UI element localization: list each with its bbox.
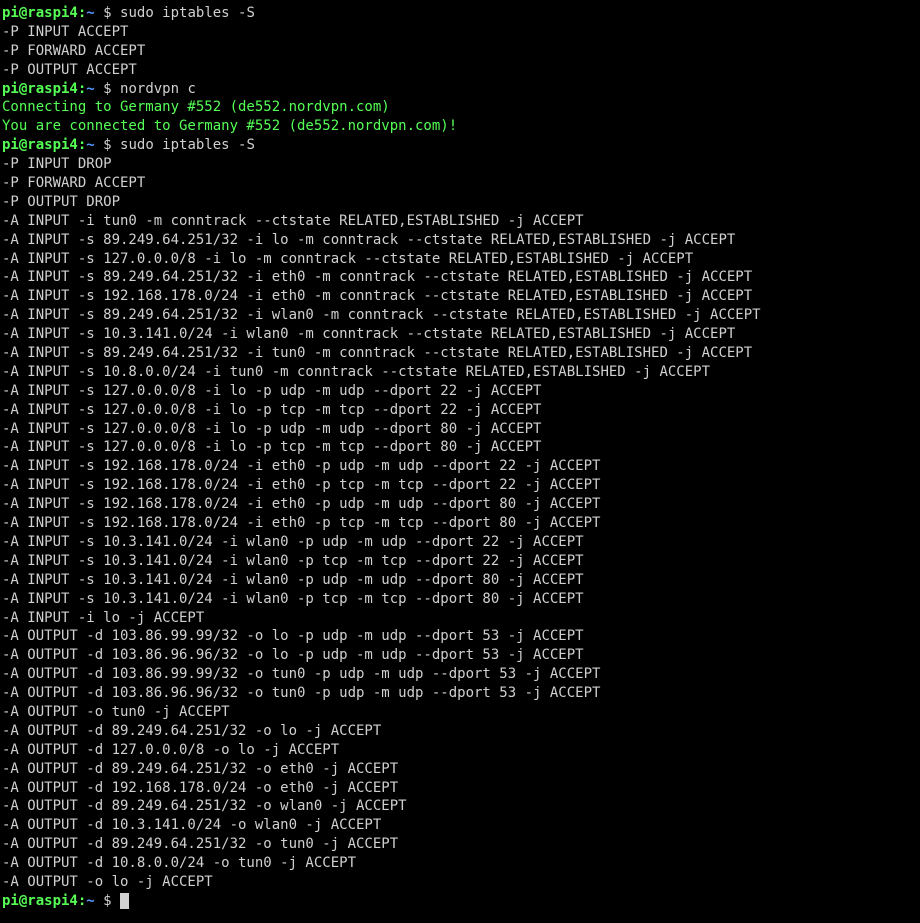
output-line: -A OUTPUT -d 10.8.0.0/24 -o tun0 -j ACCE… bbox=[2, 854, 918, 873]
output-line: -A INPUT -s 192.168.178.0/24 -i eth0 -p … bbox=[2, 514, 918, 533]
cursor bbox=[120, 893, 129, 909]
output-line: -A INPUT -s 10.3.141.0/24 -i wlan0 -p tc… bbox=[2, 590, 918, 609]
prompt-line[interactable]: pi@raspi4:~ $ sudo iptables -S bbox=[2, 136, 918, 155]
output-line: -A OUTPUT -d 103.86.99.99/32 -o tun0 -p … bbox=[2, 665, 918, 684]
prompt-line[interactable]: pi@raspi4:~ $ sudo iptables -S bbox=[2, 4, 918, 23]
output-line: -A INPUT -s 192.168.178.0/24 -i eth0 -p … bbox=[2, 476, 918, 495]
prompt-user: pi@raspi4 bbox=[2, 137, 78, 153]
output-line: -A INPUT -s 127.0.0.0/8 -i lo -p tcp -m … bbox=[2, 438, 918, 457]
output-line: -A INPUT -s 127.0.0.0/8 -i lo -p udp -m … bbox=[2, 420, 918, 439]
output-line: -A OUTPUT -d 127.0.0.0/8 -o lo -j ACCEPT bbox=[2, 741, 918, 760]
output-line: -A INPUT -s 192.168.178.0/24 -i eth0 -m … bbox=[2, 287, 918, 306]
prompt-line[interactable]: pi@raspi4:~ $ bbox=[2, 892, 918, 911]
output-line: -A INPUT -s 10.3.141.0/24 -i wlan0 -m co… bbox=[2, 325, 918, 344]
prompt-user: pi@raspi4 bbox=[2, 893, 78, 909]
prompt-path: ~ bbox=[86, 5, 94, 21]
output-line: -A INPUT -i lo -j ACCEPT bbox=[2, 609, 918, 628]
prompt-dollar: $ bbox=[95, 81, 120, 97]
prompt-path: ~ bbox=[86, 893, 94, 909]
output-line: -A INPUT -s 127.0.0.0/8 -i lo -p tcp -m … bbox=[2, 401, 918, 420]
output-line: -P INPUT DROP bbox=[2, 155, 918, 174]
output-line: -A INPUT -s 127.0.0.0/8 -i lo -p udp -m … bbox=[2, 382, 918, 401]
command-text: nordvpn c bbox=[120, 81, 196, 97]
output-line: -A OUTPUT -d 103.86.96.96/32 -o lo -p ud… bbox=[2, 646, 918, 665]
prompt-path: ~ bbox=[86, 137, 94, 153]
output-line: -P OUTPUT DROP bbox=[2, 193, 918, 212]
output-line: -A OUTPUT -d 89.249.64.251/32 -o lo -j A… bbox=[2, 722, 918, 741]
output-line: -A INPUT -s 89.249.64.251/32 -i tun0 -m … bbox=[2, 344, 918, 363]
prompt-dollar: $ bbox=[95, 137, 120, 153]
status-line: You are connected to Germany #552 (de552… bbox=[2, 117, 918, 136]
prompt-line[interactable]: pi@raspi4:~ $ nordvpn c bbox=[2, 80, 918, 99]
output-line: -P FORWARD ACCEPT bbox=[2, 42, 918, 61]
output-line: -A INPUT -s 89.249.64.251/32 -i wlan0 -m… bbox=[2, 306, 918, 325]
command-text: sudo iptables -S bbox=[120, 137, 255, 153]
output-line: -A INPUT -s 192.168.178.0/24 -i eth0 -p … bbox=[2, 457, 918, 476]
output-line: -A OUTPUT -d 103.86.99.99/32 -o lo -p ud… bbox=[2, 627, 918, 646]
prompt-user: pi@raspi4 bbox=[2, 5, 78, 21]
output-line: -A INPUT -s 10.3.141.0/24 -i wlan0 -p ud… bbox=[2, 571, 918, 590]
output-line: -A INPUT -s 89.249.64.251/32 -i eth0 -m … bbox=[2, 268, 918, 287]
output-line: -A OUTPUT -d 89.249.64.251/32 -o eth0 -j… bbox=[2, 760, 918, 779]
output-line: -A OUTPUT -d 89.249.64.251/32 -o wlan0 -… bbox=[2, 797, 918, 816]
output-line: -A INPUT -s 192.168.178.0/24 -i eth0 -p … bbox=[2, 495, 918, 514]
prompt-user: pi@raspi4 bbox=[2, 81, 78, 97]
output-line: -A INPUT -s 10.3.141.0/24 -i wlan0 -p tc… bbox=[2, 552, 918, 571]
status-line: Connecting to Germany #552 (de552.nordvp… bbox=[2, 98, 918, 117]
output-line: -A INPUT -s 10.3.141.0/24 -i wlan0 -p ud… bbox=[2, 533, 918, 552]
command-text: sudo iptables -S bbox=[120, 5, 255, 21]
output-line: -A INPUT -s 10.8.0.0/24 -i tun0 -m connt… bbox=[2, 363, 918, 382]
output-line: -A OUTPUT -o lo -j ACCEPT bbox=[2, 873, 918, 892]
prompt-path: ~ bbox=[86, 81, 94, 97]
output-line: -P FORWARD ACCEPT bbox=[2, 174, 918, 193]
terminal[interactable]: pi@raspi4:~ $ sudo iptables -S-P INPUT A… bbox=[2, 4, 918, 911]
output-line: -A OUTPUT -o tun0 -j ACCEPT bbox=[2, 703, 918, 722]
output-line: -A OUTPUT -d 192.168.178.0/24 -o eth0 -j… bbox=[2, 779, 918, 798]
output-line: -A INPUT -i tun0 -m conntrack --ctstate … bbox=[2, 212, 918, 231]
output-line: -A INPUT -s 89.249.64.251/32 -i lo -m co… bbox=[2, 231, 918, 250]
output-line: -P OUTPUT ACCEPT bbox=[2, 61, 918, 80]
output-line: -A OUTPUT -d 89.249.64.251/32 -o tun0 -j… bbox=[2, 835, 918, 854]
output-line: -A OUTPUT -d 103.86.96.96/32 -o tun0 -p … bbox=[2, 684, 918, 703]
prompt-dollar: $ bbox=[95, 5, 120, 21]
output-line: -A OUTPUT -d 10.3.141.0/24 -o wlan0 -j A… bbox=[2, 816, 918, 835]
output-line: -P INPUT ACCEPT bbox=[2, 23, 918, 42]
prompt-dollar: $ bbox=[95, 893, 120, 909]
output-line: -A INPUT -s 127.0.0.0/8 -i lo -m conntra… bbox=[2, 250, 918, 269]
